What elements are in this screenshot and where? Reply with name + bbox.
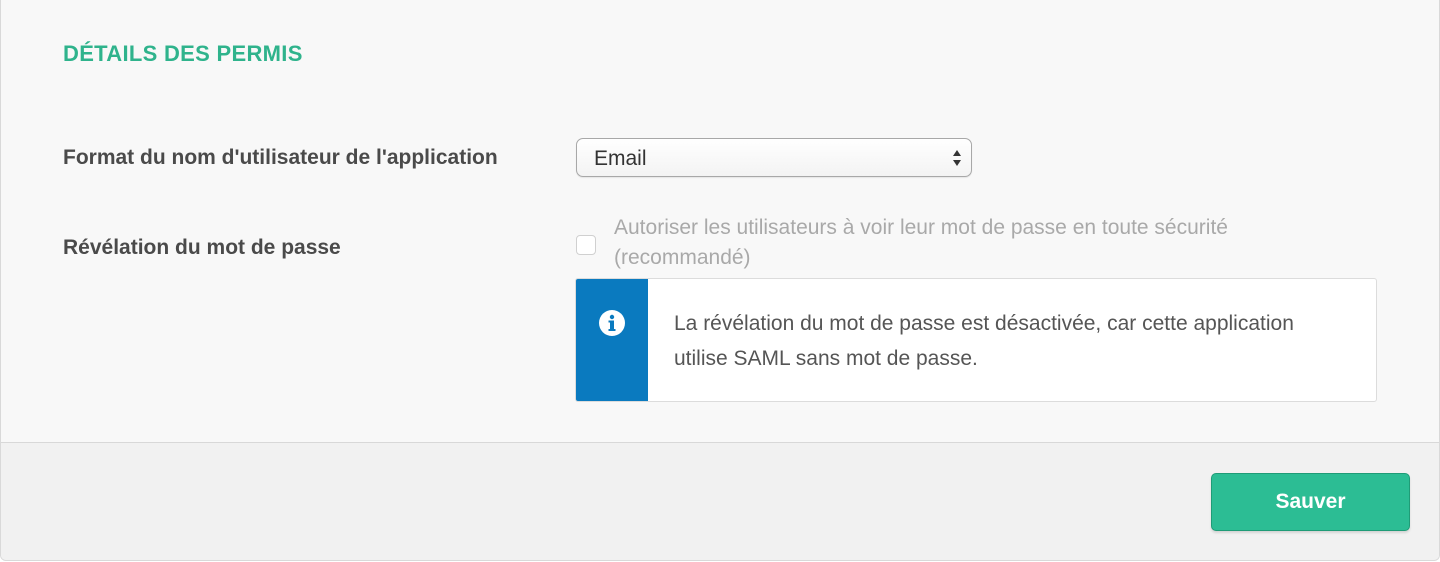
info-notice: La révélation du mot de passe est désact… <box>575 278 1377 402</box>
info-notice-bar <box>576 279 648 401</box>
password-reveal-checkbox[interactable] <box>576 235 596 255</box>
info-notice-text: La révélation du mot de passe est désact… <box>674 312 1294 370</box>
settings-panel: DÉTAILS DES PERMIS Format du nom d'utili… <box>0 0 1440 561</box>
password-reveal-label: Révélation du mot de passe <box>63 236 341 259</box>
panel-footer: Sauver <box>1 442 1439 560</box>
username-format-label: Format du nom d'utilisateur de l'applica… <box>63 146 498 169</box>
section-title: DÉTAILS DES PERMIS <box>63 41 303 66</box>
info-icon <box>599 310 625 336</box>
save-button[interactable]: Sauver <box>1211 473 1410 531</box>
username-format-select[interactable]: Email <box>576 138 972 177</box>
select-arrows-icon <box>953 150 961 166</box>
password-reveal-checkbox-label: Autoriser les utilisateurs à voir leur m… <box>614 216 1228 269</box>
username-format-value: Email <box>594 147 647 170</box>
